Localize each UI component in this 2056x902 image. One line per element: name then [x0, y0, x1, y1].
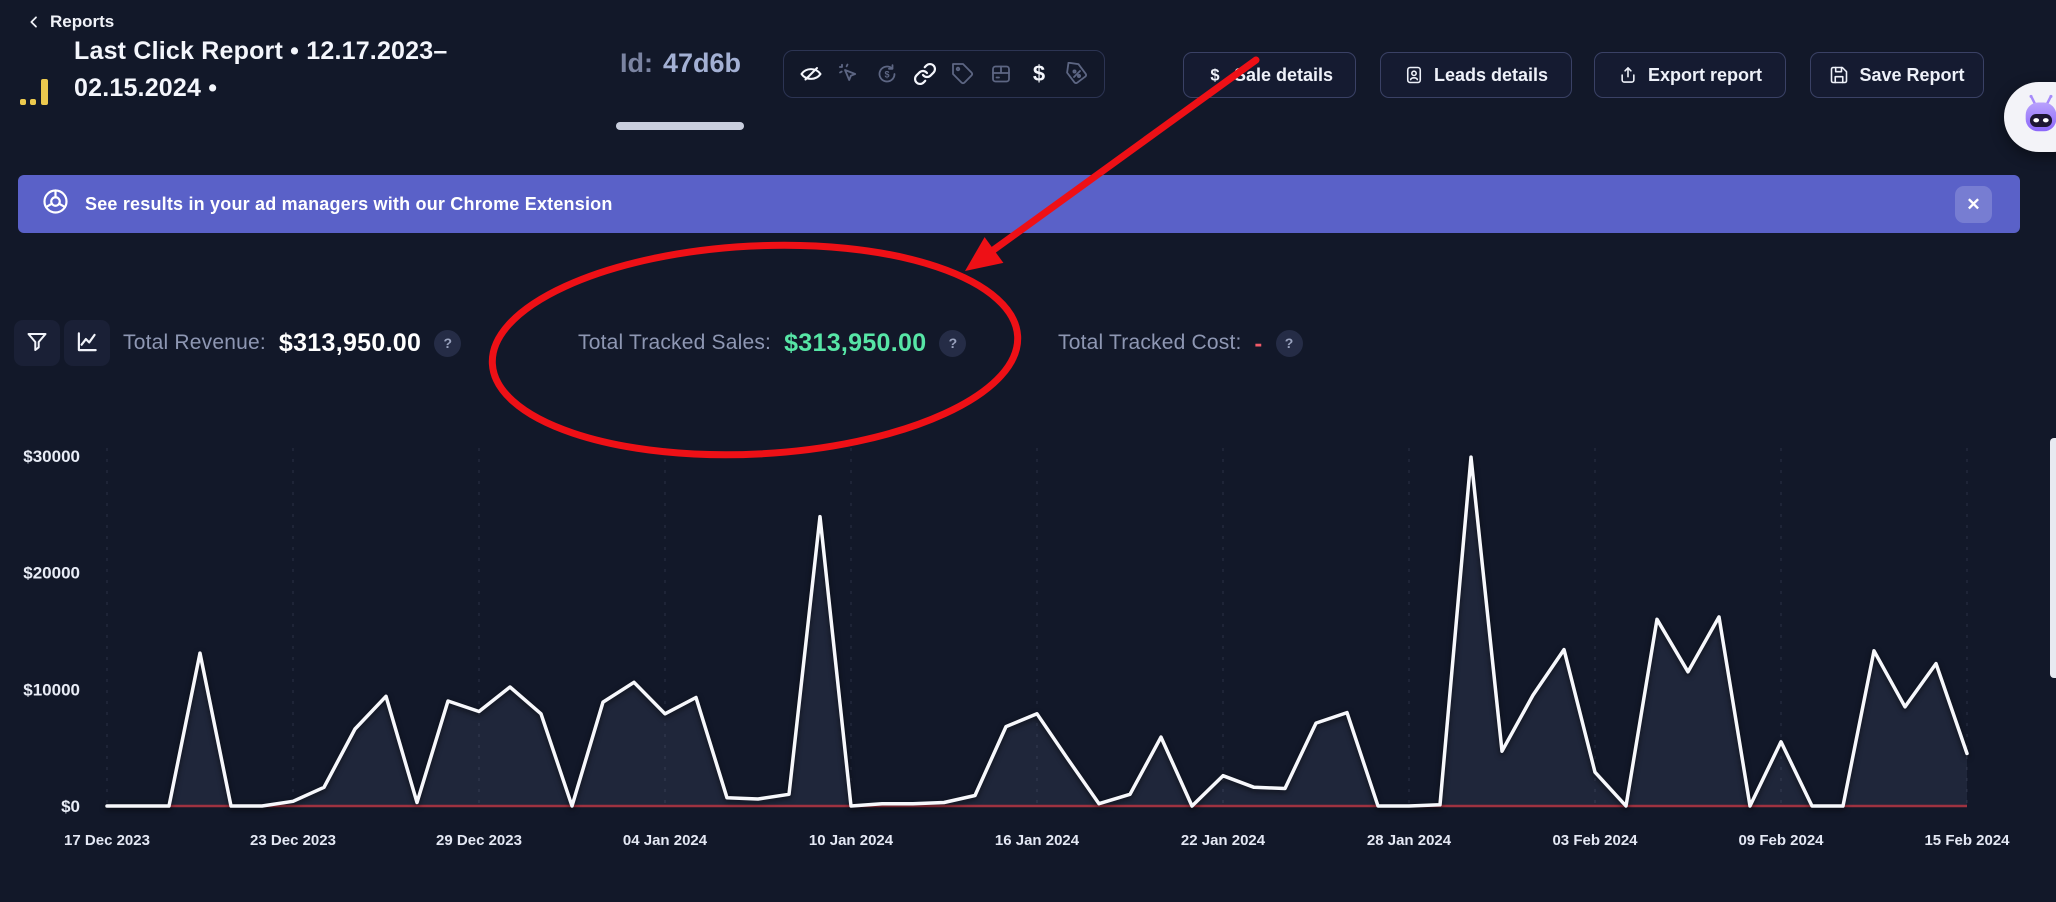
- link-icon[interactable]: [912, 61, 938, 87]
- report-id-label: Id:: [620, 48, 653, 79]
- revenue-area: [107, 457, 1967, 806]
- save-report-label: Save Report: [1859, 65, 1964, 86]
- breadcrumb[interactable]: Reports: [26, 12, 114, 32]
- line-chart-icon: [74, 329, 100, 358]
- y-tick-label: $0: [61, 797, 80, 816]
- save-report-button[interactable]: Save Report: [1810, 52, 1984, 98]
- x-tick-label: 16 Jan 2024: [995, 832, 1080, 849]
- upload-icon: [1618, 65, 1638, 85]
- stat-total-revenue: Total Revenue: $313,950.00 ?: [123, 320, 461, 366]
- stat-total-tracked-sales: Total Tracked Sales: $313,950.00 ?: [578, 320, 966, 366]
- page-title: Last Click Report • 12.17.2023–02.15.202…: [74, 33, 519, 107]
- metrics-icon-toolbar: $ $: [783, 50, 1105, 98]
- x-tick-label: 17 Dec 2023: [64, 832, 150, 849]
- x-tick-label: 29 Dec 2023: [436, 832, 522, 849]
- dollar-icon: $: [1206, 65, 1224, 85]
- x-tick-label: 23 Dec 2023: [250, 832, 336, 849]
- svg-text:$: $: [1033, 62, 1045, 86]
- leads-details-button[interactable]: Leads details: [1380, 52, 1572, 98]
- person-badge-icon: [1404, 65, 1424, 85]
- id-underline-bar: [616, 122, 744, 130]
- sale-details-button[interactable]: $ Sale details: [1183, 52, 1356, 98]
- robot-icon: [2018, 93, 2056, 142]
- chrome-extension-banner: See results in your ad managers with our…: [18, 175, 2020, 233]
- banner-text: See results in your ad managers with our…: [85, 194, 613, 215]
- export-report-label: Export report: [1648, 65, 1762, 86]
- click-cursor-icon[interactable]: [836, 61, 862, 87]
- x-tick-label: 10 Jan 2024: [809, 832, 894, 849]
- help-badge[interactable]: ?: [1276, 330, 1303, 357]
- x-tick-label: 28 Jan 2024: [1367, 832, 1452, 849]
- leads-details-label: Leads details: [1434, 65, 1548, 86]
- scrollbar-thumb[interactable]: [2050, 438, 2056, 678]
- x-tick-label: 04 Jan 2024: [623, 832, 708, 849]
- x-tick-label: 22 Jan 2024: [1181, 832, 1266, 849]
- sale-details-label: Sale details: [1234, 65, 1333, 86]
- stat-value: $313,950.00: [784, 329, 926, 358]
- filter-button[interactable]: [14, 320, 60, 366]
- stat-value: -: [1255, 330, 1263, 357]
- help-badge[interactable]: ?: [939, 330, 966, 357]
- y-tick-label: $30000: [23, 447, 80, 466]
- report-id: Id: 47d6b: [620, 48, 741, 79]
- eye-icon[interactable]: [798, 61, 824, 87]
- money-refresh-icon[interactable]: $: [874, 61, 900, 87]
- stat-value: $313,950.00: [279, 329, 421, 358]
- stat-label: Total Revenue:: [123, 331, 266, 355]
- breadcrumb-label: Reports: [50, 12, 114, 32]
- x-tick-label: 09 Feb 2024: [1738, 832, 1824, 849]
- back-chevron-icon: [26, 14, 42, 30]
- stat-total-tracked-cost: Total Tracked Cost: - ?: [1058, 320, 1303, 366]
- chart-type-button[interactable]: [64, 320, 110, 366]
- stat-label: Total Tracked Cost:: [1058, 331, 1242, 355]
- banner-close-button[interactable]: ✕: [1955, 186, 1992, 223]
- report-mini-chart-icon: [20, 78, 54, 108]
- tag-icon[interactable]: [950, 61, 976, 87]
- export-report-button[interactable]: Export report: [1594, 52, 1786, 98]
- chrome-icon: [42, 188, 69, 220]
- y-tick-label: $10000: [23, 680, 80, 699]
- x-tick-label: 15 Feb 2024: [1924, 832, 2010, 849]
- y-tick-label: $20000: [23, 564, 80, 583]
- stat-label: Total Tracked Sales:: [578, 331, 771, 355]
- help-badge[interactable]: ?: [434, 330, 461, 357]
- calendar-card-icon[interactable]: [988, 61, 1014, 87]
- report-id-value: 47d6b: [663, 48, 741, 79]
- svg-text:$: $: [884, 70, 889, 80]
- sale-tag-icon[interactable]: [1064, 61, 1090, 87]
- funnel-icon: [25, 330, 49, 357]
- dollar-icon[interactable]: $: [1026, 61, 1052, 87]
- revenue-chart: 17 Dec 2023 23 Dec 2023 29 Dec 2023 04 Jan …: [0, 0, 2056, 902]
- x-tick-label: 03 Feb 2024: [1552, 832, 1638, 849]
- floppy-disk-icon: [1829, 65, 1849, 85]
- svg-text:$: $: [1210, 66, 1219, 84]
